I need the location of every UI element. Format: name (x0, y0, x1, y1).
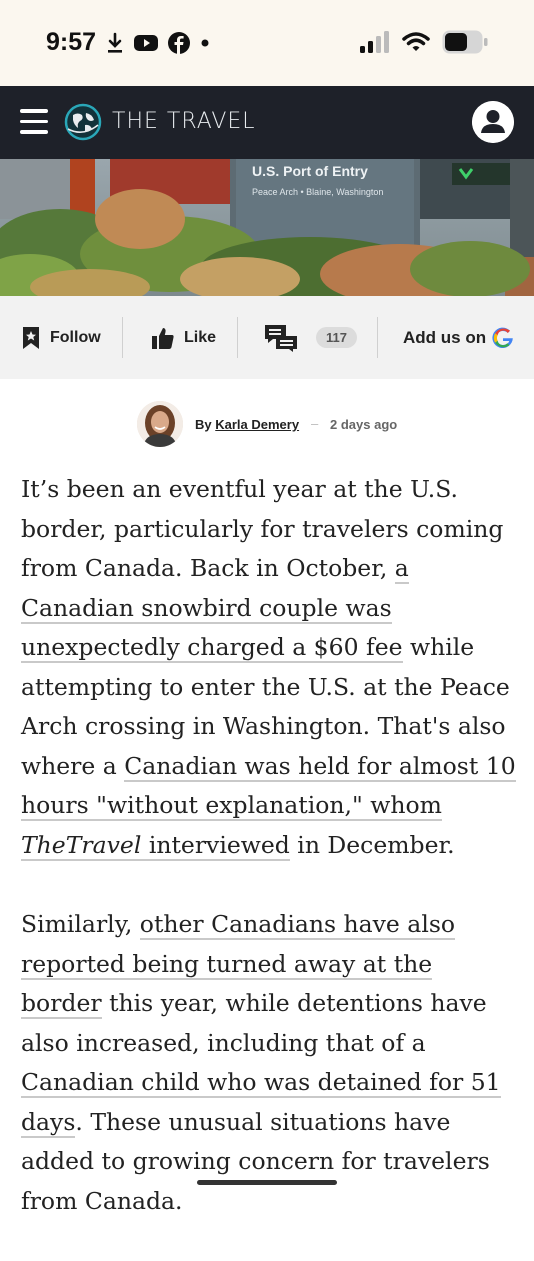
byline-text: By Karla Demery (195, 417, 299, 432)
divider (122, 317, 123, 358)
follow-button[interactable]: Follow (22, 296, 101, 379)
author-avatar[interactable] (137, 401, 183, 447)
home-indicator[interactable] (197, 1180, 337, 1185)
follow-label: Follow (50, 328, 101, 346)
bookmark-star-icon (23, 326, 39, 349)
sign-title: U.S. Port of Entry (252, 163, 368, 179)
hero-image: U.S. Port of Entry Peace Arch • Blaine, … (0, 159, 534, 296)
publication-name: TheTravel (21, 830, 142, 859)
like-label: Like (184, 328, 217, 346)
account-button[interactable] (472, 101, 514, 143)
menu-line (20, 119, 48, 123)
publish-time: 2 days ago (330, 417, 398, 432)
wifi-icon (402, 32, 430, 51)
signal-icon (360, 31, 389, 53)
article-byline: By Karla Demery – 2 days ago (0, 398, 534, 450)
by-label: By (195, 417, 212, 432)
facebook-icon (168, 32, 190, 54)
site-header: THE TRAVEL (0, 86, 534, 159)
paragraph-text: in December. (289, 830, 455, 859)
comments-icon (265, 324, 297, 352)
sign-subtitle: Peace Arch • Blaine, Washington (252, 187, 383, 197)
byline-separator: – (311, 416, 319, 431)
status-time: 9:57 (46, 28, 97, 56)
paragraph-text: It’s been an eventful year at the U.S. b… (21, 475, 504, 582)
dot-icon (201, 39, 209, 47)
paragraph-text: . These unusual situations have added to… (21, 1107, 490, 1215)
status-bar: 9:57 (0, 0, 534, 86)
divider (237, 317, 238, 358)
battery-icon (442, 30, 488, 54)
download-icon (108, 32, 122, 53)
menu-line (20, 109, 48, 113)
article-action-bar: Follow Like 117 Add us on (0, 296, 534, 379)
globe-logo-icon[interactable] (64, 103, 102, 141)
comments-count-badge: 117 (316, 327, 357, 348)
comments-button[interactable]: 117 (264, 296, 357, 379)
thumbs-up-icon (152, 327, 174, 349)
article-paragraph: Similarly, other Canadians have also rep… (21, 905, 517, 1221)
paragraph-text: Similarly, (21, 910, 140, 938)
link-text: interviewed (141, 830, 290, 859)
article-paragraph: It’s been an eventful year at the U.S. b… (21, 470, 517, 865)
divider (377, 317, 378, 358)
site-logo-text[interactable]: THE TRAVEL (112, 109, 256, 134)
status-system-icons (360, 30, 488, 54)
like-button[interactable]: Like (152, 296, 216, 379)
add-us-label: Add us on (403, 327, 487, 347)
hamburger-menu-button[interactable] (20, 109, 48, 135)
author-link[interactable]: Karla Demery (215, 417, 299, 432)
article-body: It’s been an eventful year at the U.S. b… (21, 470, 517, 1261)
google-g-icon (492, 327, 513, 348)
youtube-icon (134, 35, 158, 51)
menu-line (20, 130, 48, 134)
add-us-on-google-button[interactable]: Add us on (403, 296, 514, 379)
status-notification-icons (106, 32, 210, 54)
